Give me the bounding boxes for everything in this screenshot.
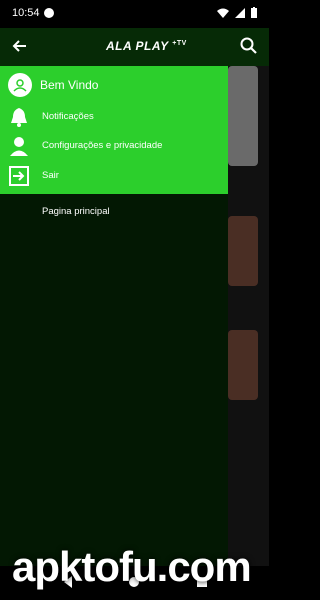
person-icon (10, 137, 28, 156)
drawer-item-notifications[interactable]: Notificações (0, 103, 228, 131)
drawer-item-logout[interactable]: Sair (0, 162, 228, 190)
exit-icon (9, 166, 29, 186)
battery-icon (251, 7, 257, 18)
signal-icon (235, 7, 245, 18)
bell-icon (11, 108, 27, 127)
avatar[interactable] (8, 73, 32, 97)
navigation-drawer: Bem Vindo Notificações Configurações e p… (0, 66, 228, 600)
main-page-link[interactable]: Pagina principal (42, 206, 110, 217)
status-time: 10:54 (12, 7, 40, 19)
drawer-item-label: Configurações e privacidade (42, 140, 163, 151)
watermark: apktofu.com (12, 543, 252, 590)
app-notification-icon (44, 8, 54, 18)
background-thumbnail (228, 66, 258, 166)
drawer-item-label: Notificações (42, 111, 94, 122)
drawer-item-settings[interactable]: Configurações e privacidade (0, 132, 228, 160)
background-thumbnail (228, 330, 258, 400)
wifi-icon (217, 8, 229, 18)
status-bar: 10:54 (0, 0, 269, 28)
drawer-item-label: Sair (42, 170, 59, 181)
drawer-header: Bem Vindo Notificações Configurações e p… (0, 66, 228, 194)
welcome-text: Bem Vindo (40, 78, 99, 92)
background-thumbnail (228, 216, 258, 286)
search-icon[interactable] (239, 36, 259, 56)
app-bar: ALA PLAY +TV (0, 28, 269, 66)
back-arrow-icon[interactable] (10, 36, 30, 56)
app-logo: ALA PLAY +TV (106, 39, 187, 53)
